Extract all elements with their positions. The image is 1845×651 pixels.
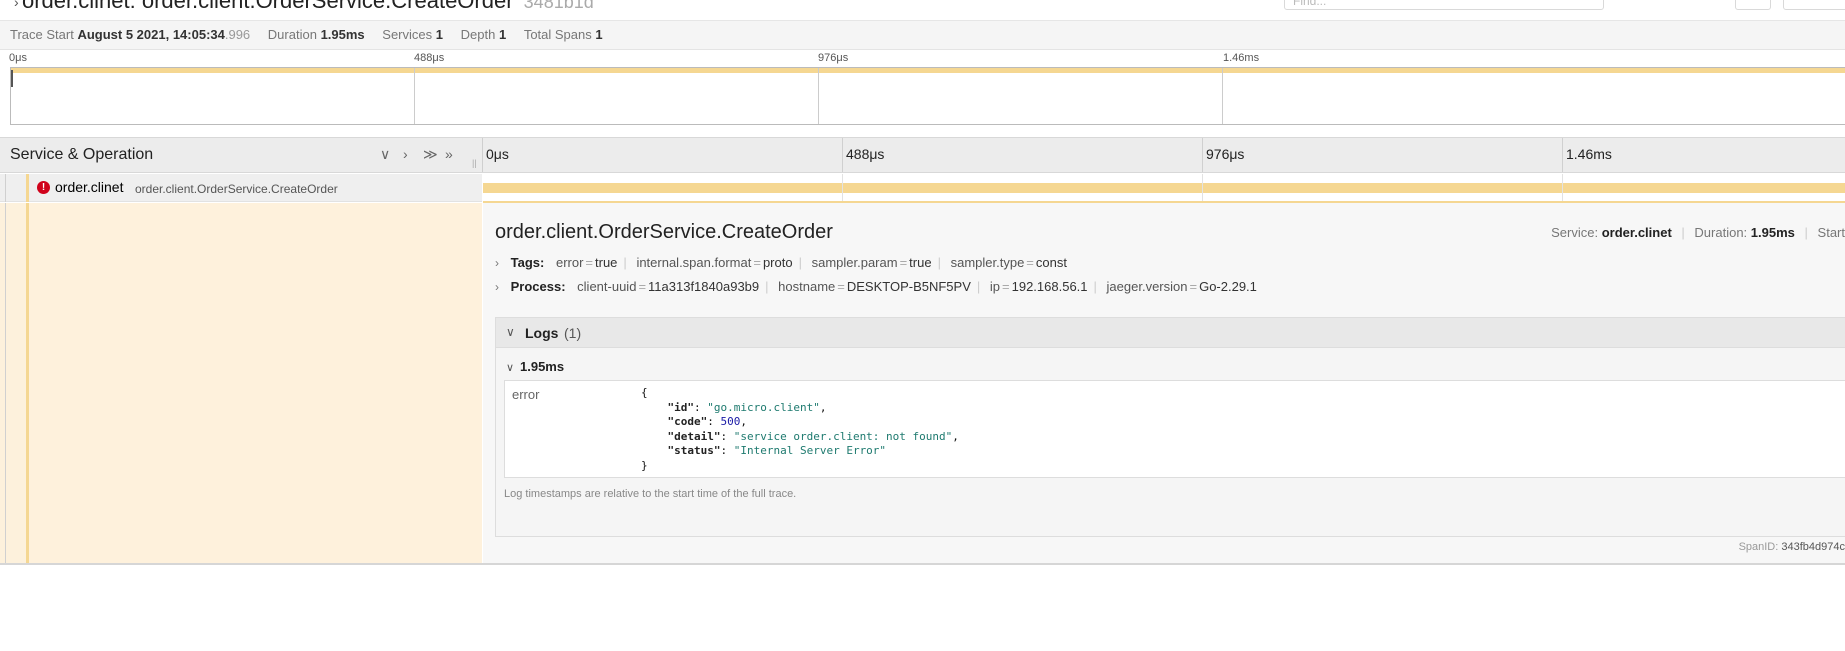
trace-services: Services 1 xyxy=(382,27,443,42)
log-timestamp: 1.95ms xyxy=(520,359,565,374)
minimap-drag-handle[interactable] xyxy=(11,70,13,87)
tag-item: error = true xyxy=(555,255,618,270)
trace-total-spans: Total Spans 1 xyxy=(523,27,603,42)
trace-title: order.clinet: order.client.OrderService.… xyxy=(22,0,594,14)
timeline-gridline xyxy=(1202,138,1203,172)
timeline-gridline xyxy=(1562,174,1563,202)
span-detail-service: order.clinet xyxy=(1601,225,1672,240)
span-timeline-cell[interactable] xyxy=(483,174,1845,202)
span-row[interactable]: ! order.clinet order.client.OrderService… xyxy=(0,174,1845,203)
span-operation-name: order.client.OrderService.CreateOrder xyxy=(135,182,338,196)
process-item: client-uuid = 11a313f1840a93b9 xyxy=(577,279,760,294)
timeline-gridline xyxy=(842,138,843,172)
tag-item: internal.span.format = proto xyxy=(636,255,793,270)
chevron-right-icon[interactable]: › xyxy=(495,280,507,294)
collapse-header-chevron-icon[interactable]: › xyxy=(14,0,19,10)
minimap-gridline xyxy=(414,68,415,124)
span-detail-meta: Service: order.clinet | Duration: 1.95ms… xyxy=(1551,225,1845,240)
tags-section[interactable]: › Tags: error = true | internal.span.format… xyxy=(495,255,1073,270)
tag-item: sampler.param = true xyxy=(811,255,932,270)
expand-all-icon[interactable]: » xyxy=(445,146,453,162)
span-detail-title: order.client.OrderService.CreateOrder xyxy=(495,221,833,243)
log-entry-body: error { "id": "go.micro.client", "code":… xyxy=(504,380,1845,478)
span-service-name: order.clinet xyxy=(55,179,124,195)
keyboard-shortcuts-button[interactable] xyxy=(1735,0,1771,10)
span-id: SpanID: 343fb4d974c xyxy=(1738,541,1845,553)
span-detail-panel: order.client.OrderService.CreateOrder Se… xyxy=(483,203,1845,564)
timeline-gridline xyxy=(1202,174,1203,202)
timeline-header: Service & Operation ∨ › ≫ » || 0μs 488μs… xyxy=(0,137,1845,173)
timeline-gridline xyxy=(1562,138,1563,172)
log-entry-header[interactable]: ∨ 1.95ms xyxy=(506,359,564,374)
minimap-tick: 976μs xyxy=(818,52,849,64)
trace-search-input[interactable]: Find... xyxy=(1284,0,1604,10)
trace-title-text: order.clinet: order.client.OrderService.… xyxy=(22,0,514,13)
span-name-cell[interactable]: ! order.clinet order.client.OrderService… xyxy=(0,174,482,202)
collapse-all-icon[interactable]: ≫ xyxy=(423,146,438,163)
tag-item: sampler.type = const xyxy=(950,255,1067,270)
search-placeholder: Find... xyxy=(1293,0,1327,8)
expand-one-icon[interactable]: › xyxy=(403,146,408,162)
collapse-one-icon[interactable]: ∨ xyxy=(380,146,390,163)
timeline-tick: 0μs xyxy=(486,146,509,162)
service-operation-title: Service & Operation xyxy=(10,146,154,163)
span-detail-left-pane xyxy=(0,203,482,564)
logs-count: (1) xyxy=(564,325,582,341)
span-service-color xyxy=(26,174,29,202)
span-detail-duration: 1.95ms xyxy=(1750,225,1795,240)
trace-depth: Depth 1 xyxy=(460,27,507,42)
timeline-tick: 488μs xyxy=(846,146,885,162)
span-detail-spacer xyxy=(29,203,482,564)
minimap-tick: 0μs xyxy=(9,52,27,64)
log-field-key: error xyxy=(512,387,540,402)
chevron-right-icon[interactable]: › xyxy=(495,256,507,270)
trace-page-header: › order.clinet: order.client.OrderServic… xyxy=(0,0,1845,21)
logs-section: ∨ Logs (1) ∨ 1.95ms error { "id": "go.mic… xyxy=(495,317,1845,537)
tree-gutter xyxy=(5,174,6,202)
trace-start: Trace Start August 5 2021, 14:05:34.996 xyxy=(10,27,251,42)
timeline-tick: 976μs xyxy=(1206,146,1245,162)
process-item: hostname = DESKTOP-B5NF5PV xyxy=(778,279,971,294)
trace-id-short: 3481b1d xyxy=(523,0,594,12)
detail-bottom-border xyxy=(0,563,1845,565)
timeline-tick: 1.46ms xyxy=(1566,146,1612,162)
timeline-gridline xyxy=(842,174,843,202)
trace-summary: Trace Start August 5 2021, 14:05:34.996 … xyxy=(0,21,1845,50)
error-icon: ! xyxy=(37,181,50,194)
process-item: ip = 192.168.56.1 xyxy=(989,279,1088,294)
minimap-tick: 1.46ms xyxy=(1223,52,1260,64)
log-timestamp-note: Log timestamps are relative to the start… xyxy=(504,488,797,500)
process-item: jaeger.version = Go-2.29.1 xyxy=(1106,279,1257,294)
minimap-span-bar xyxy=(11,68,1845,73)
span-detail-row: order.client.OrderService.CreateOrder Se… xyxy=(0,203,1845,565)
column-resize-handle[interactable]: || xyxy=(472,158,477,168)
process-section[interactable]: › Process: client-uuid = 11a313f1840a93b9 |… xyxy=(495,279,1263,294)
span-detail-start-label: Start xyxy=(1817,225,1845,240)
trace-duration: Duration 1.95ms xyxy=(267,27,365,42)
tree-gutter xyxy=(5,203,6,564)
view-options-button[interactable] xyxy=(1783,0,1845,10)
chevron-down-icon[interactable]: ∨ xyxy=(506,325,515,339)
column-divider[interactable] xyxy=(482,138,483,172)
minimap-gridline xyxy=(1222,68,1223,124)
chevron-down-icon[interactable]: ∨ xyxy=(506,361,520,374)
logs-header[interactable]: ∨ Logs (1) xyxy=(496,318,1845,348)
minimap-gridline xyxy=(818,68,819,124)
trace-minimap[interactable]: 0μs 488μs 976μs 1.46ms xyxy=(0,50,1845,128)
log-field-json: { "id": "go.micro.client", "code": 500, … xyxy=(641,386,959,472)
span-duration-bar[interactable] xyxy=(483,183,1845,193)
minimap-canvas[interactable] xyxy=(10,67,1845,125)
minimap-tick: 488μs xyxy=(414,52,445,64)
